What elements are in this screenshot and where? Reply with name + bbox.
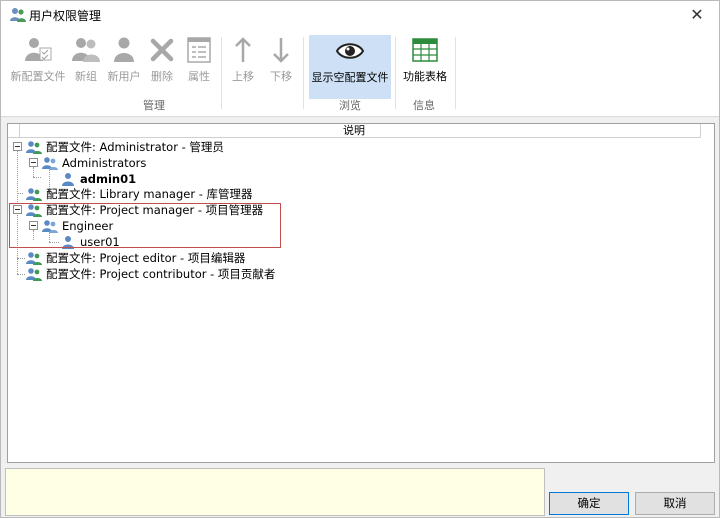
title-bar: 用户权限管理 ✕ — [1, 1, 719, 29]
profile-icon — [26, 140, 42, 154]
new-group-label: 新组 — [75, 70, 97, 83]
group-separator — [303, 37, 304, 109]
tree-node-profile[interactable]: 配置文件: Library manager - 库管理器 — [26, 186, 253, 202]
tree-line — [33, 177, 41, 178]
header-left-cell — [8, 124, 20, 138]
profile-tree[interactable]: 说明 配置文件: Administrator - 管理员 Administrat… — [7, 123, 715, 463]
profile-icon — [26, 251, 42, 265]
tree-node-label: 配置文件: Library manager - 库管理器 — [46, 187, 253, 201]
tree-node-group[interactable]: Administrators — [42, 155, 146, 171]
new-profile-label: 新配置文件 — [10, 70, 66, 83]
properties-icon — [187, 37, 211, 63]
delete-label: 删除 — [151, 70, 173, 83]
tree-node-label: admin01 — [80, 172, 137, 186]
new-user-label: 新用户 — [107, 70, 141, 83]
group-label-info: 信息 — [413, 99, 435, 112]
function-table-label: 功能表格 — [403, 70, 447, 83]
close-icon[interactable]: ✕ — [685, 4, 709, 26]
move-down-button[interactable]: 下移 — [265, 35, 297, 91]
user-icon — [62, 172, 74, 186]
users-app-icon — [10, 8, 26, 22]
tree-line — [17, 258, 25, 259]
user-permission-dialog: 用户权限管理 ✕ 新配置文件 新组 新用户 删除 属性 管理 上移 下移 显示空… — [0, 0, 720, 518]
tree-node-profile[interactable]: 配置文件: Project contributor - 项目贡献者 — [26, 266, 275, 282]
tree-line — [17, 274, 25, 275]
arrow-down-icon — [273, 38, 289, 63]
profile-icon — [26, 187, 42, 201]
cancel-button[interactable]: 取消 — [635, 492, 715, 515]
tree-node-user[interactable]: admin01 — [60, 171, 136, 187]
tree-node-profile[interactable]: 配置文件: Project editor - 项目编辑器 — [26, 250, 245, 266]
description-area — [5, 468, 545, 516]
move-down-label: 下移 — [270, 70, 292, 83]
ribbon-toolbar: 新配置文件 新组 新用户 删除 属性 管理 上移 下移 显示空配置文件 浏览 功… — [1, 29, 719, 117]
new-group-icon — [72, 38, 100, 62]
collapse-toggle[interactable] — [13, 142, 22, 151]
group-icon — [42, 156, 58, 170]
group-label-browse: 浏览 — [339, 99, 361, 112]
new-profile-button[interactable]: 新配置文件 — [9, 35, 67, 91]
new-group-button[interactable]: 新组 — [71, 35, 101, 91]
description-column-header[interactable]: 说明 — [8, 124, 701, 138]
tree-node-label: 配置文件: Project contributor - 项目贡献者 — [46, 267, 276, 281]
description-header-label: 说明 — [343, 124, 365, 137]
move-up-label: 上移 — [232, 70, 254, 83]
tree-node-label: 配置文件: Project editor - 项目编辑器 — [46, 251, 246, 265]
profile-icon — [26, 267, 42, 281]
tree-node-profile[interactable]: 配置文件: Administrator - 管理员 — [26, 139, 224, 155]
new-profile-icon — [25, 38, 52, 61]
group-separator — [221, 37, 222, 109]
ok-button[interactable]: 确定 — [549, 492, 629, 515]
tree-node-label: 配置文件: Administrator - 管理员 — [46, 140, 224, 154]
properties-label: 属性 — [188, 70, 210, 83]
properties-button[interactable]: 属性 — [183, 35, 215, 91]
function-table-button[interactable]: 功能表格 — [399, 35, 451, 91]
tree-line — [33, 167, 34, 177]
eye-icon — [335, 43, 365, 59]
table-icon — [412, 38, 438, 62]
highlight-annotation-box — [9, 203, 281, 248]
group-label-manage: 管理 — [143, 99, 165, 112]
delete-button[interactable]: 删除 — [147, 35, 177, 91]
header-right-cell — [700, 124, 716, 138]
show-empty-profiles-label: 显示空配置文件 — [311, 71, 389, 84]
group-separator — [455, 37, 456, 109]
window-title: 用户权限管理 — [29, 9, 102, 23]
new-user-icon — [114, 37, 134, 62]
new-user-button[interactable]: 新用户 — [105, 35, 143, 91]
tree-line — [17, 193, 23, 194]
delete-icon — [150, 38, 174, 62]
tree-node-label: Administrators — [62, 156, 147, 170]
show-empty-profiles-button[interactable]: 显示空配置文件 — [309, 35, 391, 99]
group-separator — [395, 37, 396, 109]
arrow-up-icon — [235, 37, 251, 62]
move-up-button[interactable]: 上移 — [227, 35, 259, 91]
collapse-toggle[interactable] — [29, 158, 38, 167]
